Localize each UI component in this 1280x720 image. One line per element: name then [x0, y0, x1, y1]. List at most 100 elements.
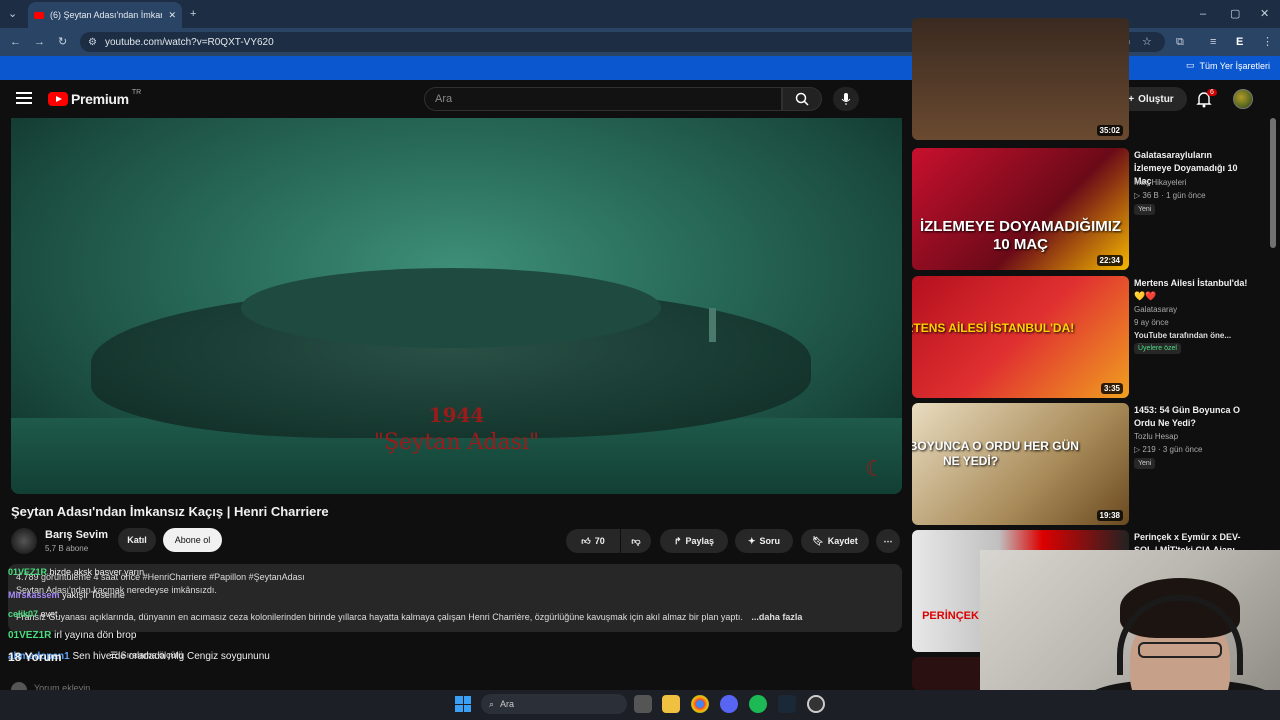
- youtube-premium-logo[interactable]: Premium TR: [48, 88, 142, 107]
- chat-username: Mirskassem: [8, 590, 60, 600]
- youtube-play-icon: [48, 92, 68, 106]
- description-line-2: Fransız Guyanası açıklarında, dünyanın e…: [16, 612, 802, 622]
- all-bookmarks-button[interactable]: ▭ Tüm Yer İşaretleri: [1186, 60, 1270, 71]
- video-thumbnail[interactable]: 35:02: [912, 18, 1129, 140]
- duration-badge: 35:02: [1096, 125, 1123, 136]
- recommendation-sub-meta: YouTube tarafından öne...: [1134, 331, 1232, 340]
- maximize-icon[interactable]: ▢: [1230, 7, 1240, 21]
- folder-icon: ▭: [1185, 60, 1195, 70]
- site-info-icon[interactable]: ⚙: [88, 37, 97, 48]
- share-icon: ↱: [673, 535, 682, 546]
- channel-name[interactable]: Barış Sevim: [45, 529, 108, 541]
- channel-avatar[interactable]: [11, 528, 37, 554]
- recommendation-title[interactable]: 1453: 54 Gün Boyunca O Ordu Ne Yedi?: [1134, 404, 1252, 430]
- spotify-icon[interactable]: [749, 695, 767, 713]
- reload-icon[interactable]: ↻: [58, 35, 67, 49]
- duration-badge: 3:35: [1100, 383, 1123, 394]
- video-thumbnail[interactable]: İZLEMEYE DOYAMADIĞIMIZ 10 MAÇ 22:34: [912, 148, 1129, 270]
- recommendation-item[interactable]: 35:02: [912, 18, 1252, 140]
- taskbar-search[interactable]: ⌕ Ara: [481, 694, 627, 714]
- create-label: Oluştur: [1138, 93, 1174, 105]
- task-view-icon[interactable]: [634, 695, 652, 713]
- close-tab-icon[interactable]: ✕: [168, 10, 176, 21]
- hamburger-menu-icon[interactable]: [16, 92, 32, 104]
- video-thumbnail[interactable]: MERTENS AİLESİ İSTANBUL'DA! 3:35: [912, 276, 1129, 398]
- sidebar-scrollbar[interactable]: [1270, 118, 1276, 248]
- more-actions-button[interactable]: ⋯: [876, 529, 900, 553]
- recommendation-meta: ▷ 219 · 3 gün önce: [1134, 445, 1203, 454]
- steam-icon[interactable]: [778, 695, 796, 713]
- account-avatar[interactable]: [1233, 89, 1253, 109]
- members-only-badge: Üyelere özel: [1134, 343, 1181, 354]
- discord-icon[interactable]: [720, 695, 738, 713]
- like-count: 70: [594, 536, 605, 546]
- browser-tab[interactable]: (6) Şeytan Adası'ndan İmkansız Kaçış ✕: [28, 2, 182, 28]
- like-button[interactable]: 👍︎ 70: [566, 529, 620, 553]
- new-tab-icon[interactable]: +: [190, 7, 196, 21]
- subscribe-button[interactable]: Abone ol: [163, 528, 222, 552]
- recommendation-channel[interactable]: Maç Hikayeleri: [1134, 178, 1186, 187]
- thumbnail-text: MERTENS AİLESİ İSTANBUL'DA!: [912, 321, 1075, 335]
- minimize-icon[interactable]: –: [1200, 7, 1206, 21]
- url-text: youtube.com/watch?v=R0QXT-VY620: [104, 36, 274, 48]
- obs-icon[interactable]: [807, 695, 825, 713]
- share-button[interactable]: ↱ Paylaş: [660, 529, 728, 553]
- search-icon: [795, 92, 809, 106]
- video-player[interactable]: 1944 "Şeytan Adası" ☾: [11, 118, 902, 494]
- search-icon: ⌕: [489, 698, 495, 709]
- plus-icon: +: [1128, 93, 1135, 105]
- notification-count-badge: 6: [1207, 89, 1217, 96]
- recommendation-item[interactable]: MERTENS AİLESİ İSTANBUL'DA! 3:35 Mertens…: [912, 276, 1252, 398]
- crescent-flag-icon: ☾: [865, 456, 885, 481]
- duration-badge: 19:38: [1096, 510, 1123, 521]
- profile-button[interactable]: E: [1236, 35, 1243, 49]
- chat-text: irl yayına dön brop: [54, 630, 137, 641]
- video-title: Şeytan Adası'ndan İmkansız Kaçış | Henri…: [11, 504, 329, 519]
- dislike-button[interactable]: 👎︎: [621, 529, 651, 553]
- recommendation-title[interactable]: Mertens Ailesi İstanbul'da! 💛❤️: [1134, 277, 1252, 303]
- chrome-menu-icon[interactable]: ⋮: [1262, 35, 1273, 49]
- recommendation-meta: 9 ay önce: [1134, 318, 1169, 327]
- recommendation-channel[interactable]: Galatasaray: [1134, 305, 1177, 314]
- back-icon[interactable]: ←: [10, 35, 21, 49]
- search-input[interactable]: Ara: [424, 87, 782, 111]
- chrome-icon[interactable]: [691, 695, 709, 713]
- ask-button[interactable]: ✦ Soru: [735, 529, 793, 553]
- chat-username: 01VEZ1R: [8, 567, 48, 577]
- video-thumbnail[interactable]: 54 GÜN BOYUNCA O ORDU HER GÜN NE YEDİ? 1…: [912, 403, 1129, 525]
- chat-message: 01VEZ1R bizde aksk basver yarın: [8, 567, 144, 577]
- join-button[interactable]: Katıl: [118, 528, 156, 552]
- logo-region: TR: [131, 88, 142, 96]
- sparkle-icon: ✦: [747, 535, 756, 546]
- sort-label: Sıralama ölçütü: [120, 650, 184, 660]
- tab-search-icon[interactable]: ⌄: [8, 7, 17, 21]
- video-lighthouse: [709, 308, 716, 342]
- logo-text: Premium: [71, 91, 129, 107]
- media-icon[interactable]: ≡: [1210, 35, 1216, 49]
- windows-start-icon[interactable]: [455, 696, 471, 712]
- duration-badge: 22:34: [1096, 255, 1123, 266]
- bookmark-star-icon[interactable]: ☆: [1142, 35, 1152, 49]
- file-explorer-icon[interactable]: [662, 695, 680, 713]
- sort-icon: ☰: [110, 650, 119, 660]
- search-button[interactable]: [782, 87, 822, 111]
- recommendation-channel[interactable]: Tozlu Hesap: [1134, 432, 1178, 441]
- sort-comments-button[interactable]: ☰ Sıralama ölçütü: [110, 650, 183, 661]
- chat-message: celik07 evet: [8, 609, 58, 619]
- save-button[interactable]: 🔖︎ Kaydet: [801, 529, 869, 553]
- chat-message: 01VEZ1R irl yayına dön brop: [8, 630, 136, 641]
- forward-icon[interactable]: →: [34, 35, 45, 49]
- extensions-icon[interactable]: ⧉: [1176, 35, 1184, 49]
- recommendation-item[interactable]: İZLEMEYE DOYAMADIĞIMIZ 10 MAÇ 22:34 Gala…: [912, 148, 1252, 270]
- chat-username: 01VEZ1R: [8, 630, 52, 641]
- close-window-icon[interactable]: ✕: [1260, 7, 1269, 21]
- search-placeholder: Ara: [435, 93, 453, 105]
- recommendation-item[interactable]: 54 GÜN BOYUNCA O ORDU HER GÜN NE YEDİ? 1…: [912, 403, 1252, 525]
- chat-text: yakışır Tosenne: [62, 590, 125, 600]
- new-badge: Yeni: [1134, 204, 1156, 215]
- tab-title: (6) Şeytan Adası'ndan İmkansız Kaçış: [50, 10, 162, 20]
- video-island-buildings: [241, 268, 661, 348]
- show-more-link[interactable]: ...daha fazla: [751, 612, 802, 622]
- voice-search-button[interactable]: [833, 87, 859, 111]
- all-bookmarks-label: Tüm Yer İşaretleri: [1199, 60, 1270, 71]
